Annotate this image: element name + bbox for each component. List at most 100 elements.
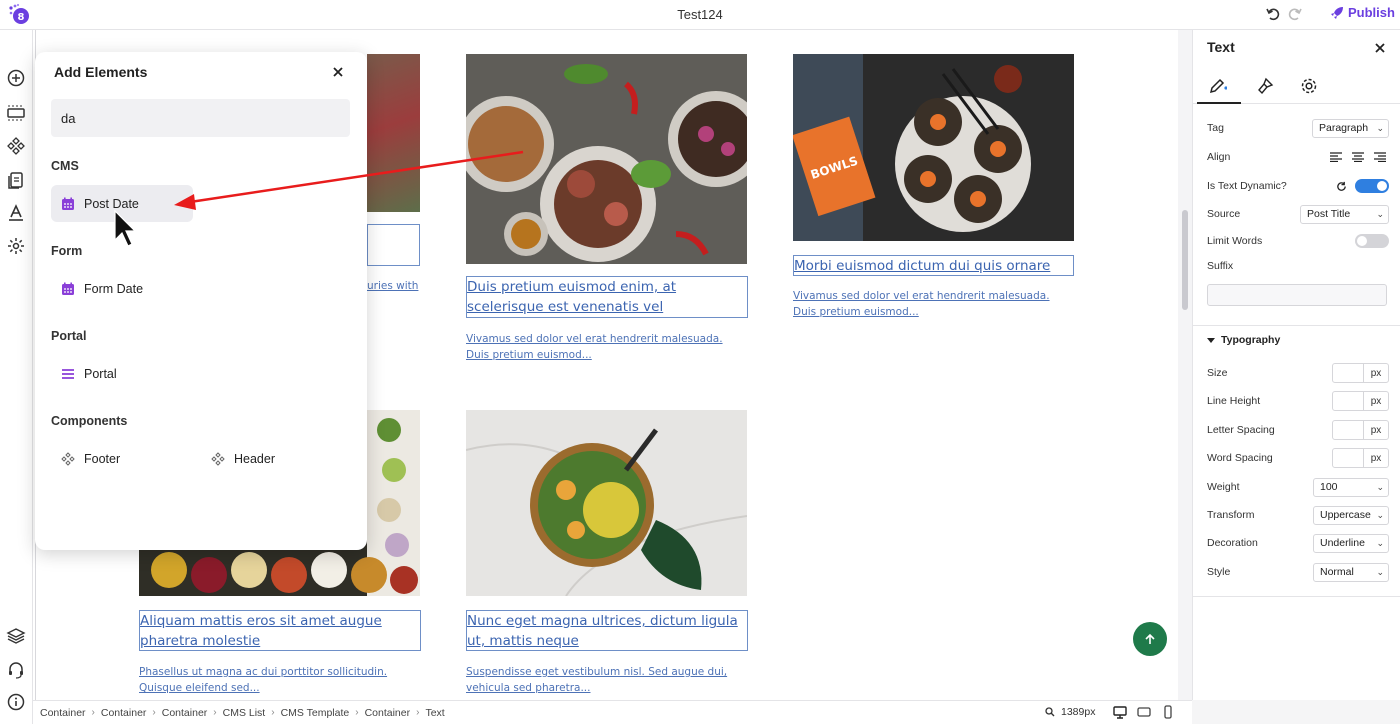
refresh-icon[interactable] — [1336, 181, 1347, 192]
transform-select[interactable]: Uppercase ⌄ — [1313, 505, 1389, 525]
dynamic-row: Is Text Dynamic? — [1207, 175, 1389, 197]
info-icon[interactable] — [6, 692, 26, 712]
close-icon[interactable] — [331, 65, 345, 79]
breadcrumb-item[interactable]: Container — [101, 707, 147, 719]
size-value[interactable] — [1333, 364, 1364, 382]
tag-select[interactable]: Paragraph ⌄ — [1312, 118, 1389, 138]
transform-value: Uppercase — [1320, 509, 1371, 521]
chevron-right-icon: › — [355, 707, 359, 718]
card-desc-3[interactable]: Vivamus sed dolor vel erat hendrerit mal… — [793, 288, 1074, 320]
element-search-input[interactable] — [51, 99, 350, 137]
style-value: Normal — [1320, 566, 1354, 578]
line-height-value[interactable] — [1333, 392, 1364, 410]
breadcrumb-item[interactable]: Container — [365, 707, 411, 719]
breadcrumb-item[interactable]: Text — [425, 707, 444, 719]
align-row: Align — [1207, 146, 1389, 168]
card-desc-5[interactable]: Suspendisse eget vestibulum nisl. Sed au… — [466, 664, 748, 696]
card-title-1[interactable] — [367, 224, 420, 266]
limit-words-toggle[interactable] — [1355, 234, 1389, 248]
active-tab-indicator — [1197, 102, 1241, 104]
zoom-control[interactable]: 1389px — [1045, 706, 1095, 718]
card-title-5[interactable]: Nunc eget magna ultrices, dictum ligula … — [466, 610, 748, 651]
weight-select[interactable]: 100 ⌄ — [1313, 477, 1389, 497]
suffix-input[interactable] — [1207, 284, 1387, 306]
undo-icon[interactable] — [1265, 6, 1281, 22]
style-select[interactable]: Normal ⌄ — [1313, 562, 1389, 582]
element-footer[interactable]: Footer — [51, 440, 193, 477]
size-label: Size — [1207, 367, 1228, 379]
source-select[interactable]: Post Title ⌄ — [1300, 204, 1389, 224]
weight-row: Weight 100 ⌄ — [1207, 476, 1389, 498]
component-icon — [61, 451, 75, 466]
limit-words-row: Limit Words — [1207, 230, 1389, 252]
typography-icon[interactable] — [6, 203, 26, 223]
divider — [1193, 325, 1400, 326]
size-input[interactable]: px — [1332, 363, 1389, 383]
align-center-icon[interactable] — [1349, 149, 1367, 165]
redo-icon[interactable] — [1287, 6, 1303, 22]
word-spacing-row: Word Spacing px — [1207, 447, 1389, 469]
publish-button[interactable]: Publish — [1330, 5, 1395, 20]
unit-label: px — [1370, 424, 1382, 436]
pages-icon[interactable] — [6, 170, 26, 190]
letter-spacing-input[interactable]: px — [1332, 420, 1389, 440]
properties-tabs — [1193, 70, 1400, 104]
card-image-2[interactable] — [466, 54, 747, 264]
breadcrumb-item[interactable]: CMS List — [223, 707, 266, 719]
section-label-form: Form — [51, 244, 83, 258]
unit-label: px — [1370, 395, 1382, 407]
pencil-edit-icon[interactable] — [1207, 76, 1227, 96]
breadcrumb-item[interactable]: Container — [40, 707, 86, 719]
section-label-components: Components — [51, 414, 128, 428]
style-row: Style Normal ⌄ — [1207, 561, 1389, 583]
breadcrumb-item[interactable]: Container — [162, 707, 208, 719]
element-portal[interactable]: Portal — [51, 355, 193, 392]
align-left-icon[interactable] — [1327, 149, 1345, 165]
element-header[interactable]: Header — [201, 440, 343, 477]
settings-gear-icon[interactable] — [6, 236, 26, 256]
desktop-icon[interactable] — [1113, 705, 1127, 719]
chevron-down-icon: ⌄ — [1376, 122, 1384, 133]
tag-value: Paragraph — [1319, 122, 1369, 134]
decoration-select[interactable]: Underline ⌄ — [1313, 533, 1389, 553]
section-icon[interactable] — [6, 103, 26, 123]
mobile-icon[interactable] — [1161, 705, 1175, 719]
card-image-5[interactable] — [466, 410, 747, 596]
gear-icon[interactable] — [1299, 76, 1319, 96]
search-icon — [1045, 707, 1055, 717]
align-right-icon[interactable] — [1371, 149, 1389, 165]
element-post-date[interactable]: Post Date — [51, 185, 193, 222]
card-title-4[interactable]: Aliquam mattis eros sit amet augue phare… — [139, 610, 421, 651]
text-dynamic-toggle[interactable] — [1355, 179, 1389, 193]
top-bar: 8 Test124 Publish — [0, 0, 1400, 30]
layers-icon[interactable] — [6, 626, 26, 646]
line-height-input[interactable]: px — [1332, 391, 1389, 411]
canvas-scrollbar[interactable] — [1178, 30, 1192, 700]
element-form-date[interactable]: Form Date — [51, 270, 193, 307]
close-icon[interactable] — [1373, 41, 1387, 55]
breadcrumb-item[interactable]: CMS Template — [281, 707, 350, 719]
style-label: Style — [1207, 566, 1231, 578]
tablet-icon[interactable] — [1137, 705, 1151, 719]
card-image-3[interactable]: BOWLS — [793, 54, 1074, 241]
card-desc-1[interactable]: uries with — [367, 278, 427, 294]
weight-label: Weight — [1207, 481, 1240, 493]
letter-spacing-value[interactable] — [1333, 421, 1364, 439]
card-desc-2[interactable]: Vivamus sed dolor vel erat hendrerit mal… — [466, 331, 748, 363]
add-element-icon[interactable] — [6, 68, 26, 88]
components-icon[interactable] — [6, 136, 26, 156]
word-spacing-value[interactable] — [1333, 449, 1364, 467]
card-title-3[interactable]: Morbi euismod dictum dui quis ornare — [793, 255, 1074, 276]
brush-style-icon[interactable] — [1255, 76, 1275, 96]
support-headset-icon[interactable] — [6, 660, 26, 680]
scroll-to-top-button[interactable] — [1133, 622, 1167, 656]
card-desc-4[interactable]: Phasellus ut magna ac dui porttitor soll… — [139, 664, 421, 696]
card-image-1[interactable] — [367, 54, 420, 212]
typography-section-toggle[interactable]: Typography — [1207, 334, 1280, 346]
decoration-row: Decoration Underline ⌄ — [1207, 532, 1389, 554]
scrollbar-thumb[interactable] — [1182, 210, 1188, 310]
chevron-down-icon: ⌄ — [1376, 481, 1384, 492]
breadcrumb-bar: Container › Container › Container › CMS Lis… — [33, 700, 1192, 724]
word-spacing-input[interactable]: px — [1332, 448, 1389, 468]
card-title-2[interactable]: Duis pretium euismod enim, at scelerisqu… — [466, 276, 748, 318]
